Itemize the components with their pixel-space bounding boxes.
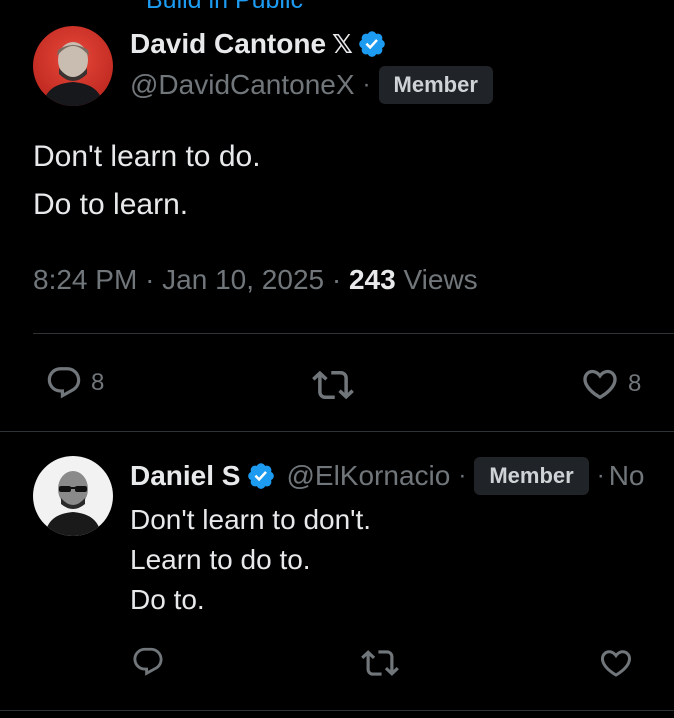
tweet-meta: 8:24 PM · Jan 10, 2025 · 243 Views [33, 264, 478, 296]
retweet-button[interactable] [312, 364, 354, 406]
tweet-text: Don't learn to do. Do to learn. [33, 140, 261, 221]
author-handle-row: @DavidCantoneX · Member [130, 66, 493, 104]
verified-icon[interactable] [357, 29, 387, 59]
author-name[interactable]: David Cantone [130, 28, 326, 60]
reply-author-name[interactable]: Daniel S [130, 460, 240, 492]
main-tweet: David Cantone 𝕏 @DavidCantoneX · Member … [0, 0, 674, 430]
retweet-icon [312, 370, 354, 400]
retweet-icon [361, 650, 399, 676]
member-badge[interactable]: Member [378, 66, 493, 104]
views-count: 243 [348, 264, 396, 295]
like-button[interactable]: 8 [580, 364, 641, 404]
like-icon [583, 369, 617, 400]
separator-dot: · [362, 71, 371, 98]
author-handle[interactable]: @DavidCantoneX [130, 69, 355, 101]
bottom-divider [0, 710, 674, 711]
avatar[interactable] [33, 26, 113, 106]
reply-author-row: Daniel S @ElKornacio · Member · No [130, 457, 644, 495]
tweet-time[interactable]: 8:24 PM [33, 264, 137, 295]
tweet-date[interactable]: Jan 10, 2025 [162, 264, 324, 295]
like-button[interactable] [598, 645, 634, 681]
avatar-image [33, 26, 113, 106]
reply-button[interactable] [131, 645, 165, 679]
separator-dot: · [458, 462, 467, 489]
reply-icon [133, 647, 163, 676]
reply-avatar[interactable] [33, 456, 113, 536]
member-badge[interactable]: Member [474, 457, 589, 495]
like-icon [600, 650, 632, 677]
reply-button[interactable]: 8 [45, 364, 104, 402]
reply-text: Don't learn to don't. Learn to do to. Do… [130, 504, 372, 615]
separator-dot: · [596, 462, 605, 489]
reply-avatar-image [33, 456, 113, 536]
views-label: Views [403, 264, 478, 295]
reply-icon [47, 367, 81, 399]
meta-separator: · [331, 264, 342, 295]
reply-count: 8 [91, 369, 105, 396]
reply-author-handle[interactable]: @ElKornacio [286, 460, 450, 492]
author-name-row: David Cantone 𝕏 [130, 28, 387, 60]
x-logo-glyph: 𝕏 [332, 28, 353, 59]
tweet-separator [0, 431, 674, 432]
divider [33, 333, 674, 334]
retweet-button[interactable] [361, 644, 399, 682]
x-logo-icon: 𝕏 [332, 29, 353, 60]
verified-icon[interactable] [246, 461, 276, 491]
meta-separator: · [145, 264, 155, 295]
reply-date[interactable]: No [609, 460, 645, 492]
like-count: 8 [628, 370, 642, 397]
